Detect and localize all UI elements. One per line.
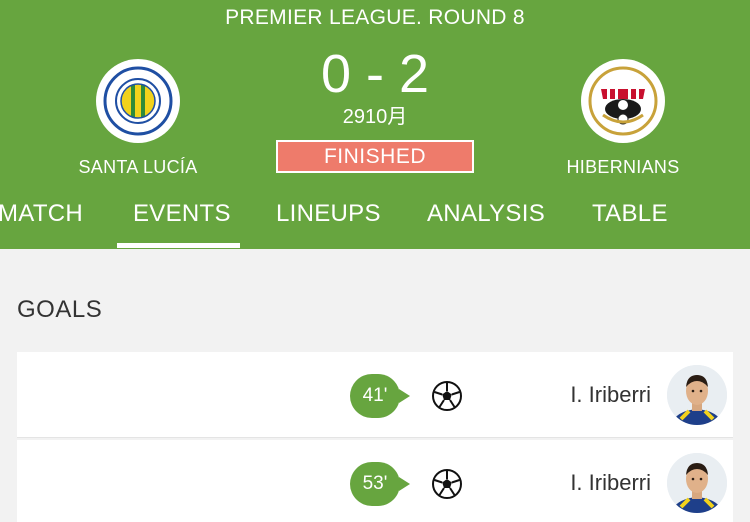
- home-team-name: SANTA LUCÍA: [78, 157, 198, 177]
- goal-row[interactable]: 41' I. Iriberri: [17, 352, 733, 438]
- tab-match[interactable]: MATCH: [0, 200, 83, 228]
- match-tabs: MATCH EVENTS LINEUPS ANALYSIS TABLE: [0, 196, 750, 249]
- goal-minute: 53': [350, 462, 410, 506]
- soccer-ball-icon: [432, 469, 462, 499]
- away-team-name: HIBERNIANS: [566, 157, 680, 177]
- league-round: PREMIER LEAGUE. ROUND 8: [225, 6, 525, 29]
- tab-table[interactable]: TABLE: [592, 200, 668, 228]
- tab-analysis[interactable]: ANALYSIS: [427, 200, 545, 228]
- active-tab-indicator: [117, 243, 240, 248]
- tab-lineups[interactable]: LINEUPS: [276, 200, 381, 228]
- status-badge: FINISHED: [276, 140, 474, 173]
- player-avatar[interactable]: [667, 453, 727, 513]
- match-header: PREMIER LEAGUE. ROUND 8 SANTA LUCÍA 0 - …: [0, 0, 750, 249]
- tab-events[interactable]: EVENTS: [133, 200, 231, 228]
- soccer-ball-icon: [432, 381, 462, 411]
- hibernians-crest-icon: [581, 59, 665, 143]
- goal-row[interactable]: 53' I. Iriberri: [17, 440, 733, 522]
- goals-heading: GOALS: [17, 296, 103, 323]
- player-avatar[interactable]: [667, 365, 727, 425]
- goal-scorer: I. Iriberri: [570, 382, 651, 407]
- goal-scorer: I. Iriberri: [570, 470, 651, 495]
- away-team[interactable]: HIBERNIANS: [533, 59, 713, 178]
- goal-minute: 41': [350, 374, 410, 418]
